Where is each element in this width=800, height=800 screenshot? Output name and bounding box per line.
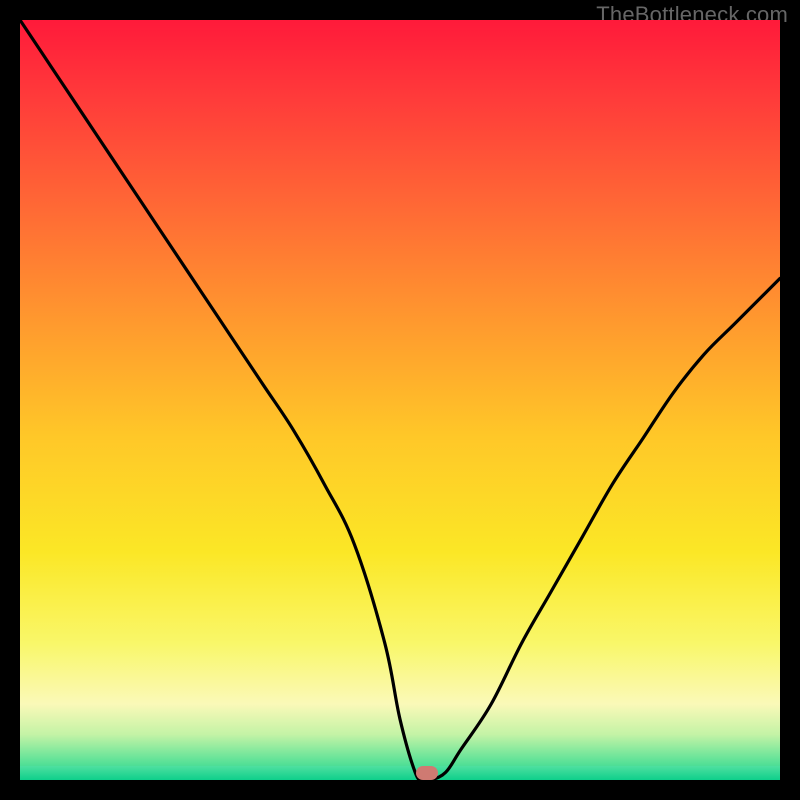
curve-svg xyxy=(20,20,780,780)
chart-frame: TheBottleneck.com xyxy=(0,0,800,800)
plot-area xyxy=(20,20,780,780)
optimal-marker xyxy=(416,766,438,780)
bottleneck-curve-path xyxy=(20,20,780,780)
